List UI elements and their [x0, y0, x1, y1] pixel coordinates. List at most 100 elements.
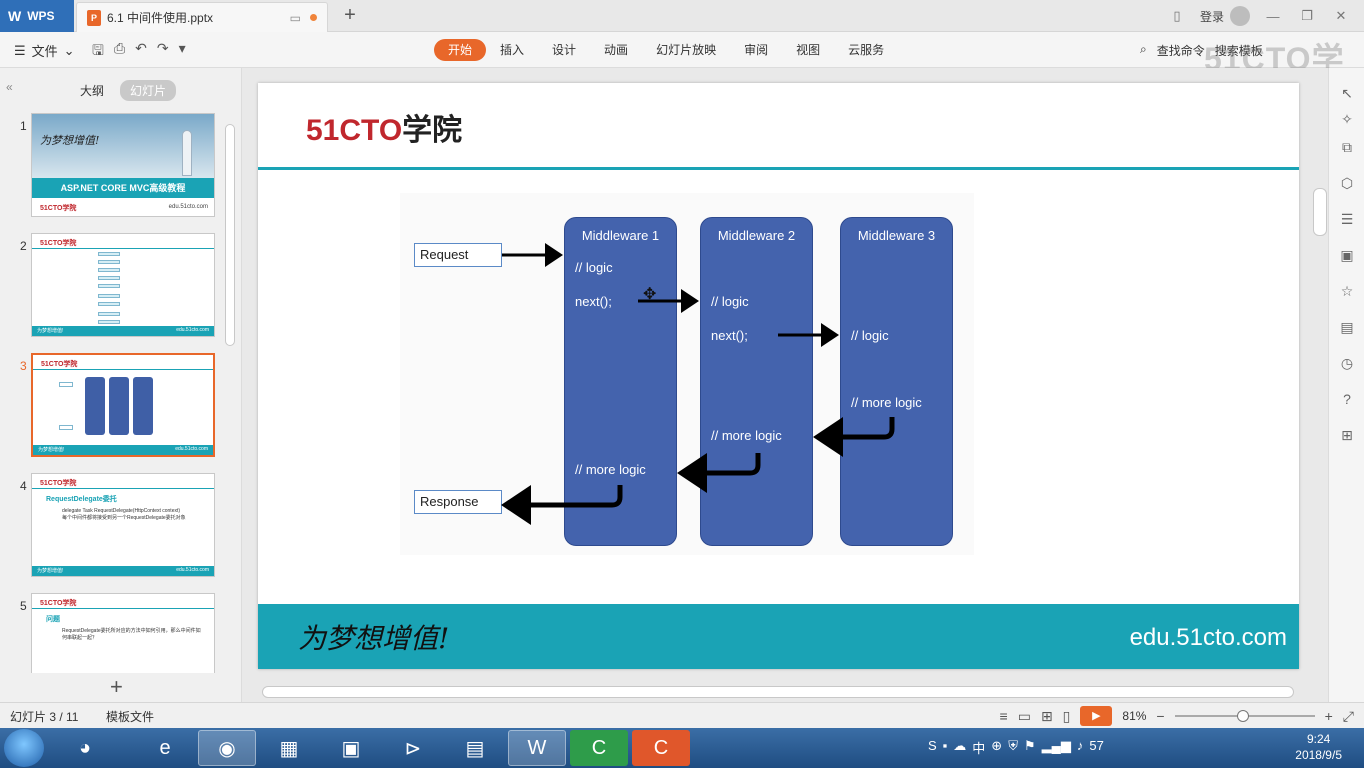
- taskbar-app-photos[interactable]: ◕: [56, 730, 114, 766]
- start-button[interactable]: [4, 729, 44, 767]
- settings-sliders-icon[interactable]: ☰: [1338, 210, 1356, 228]
- scrollbar-thumb[interactable]: [225, 124, 235, 346]
- unsaved-dot-icon[interactable]: [310, 14, 317, 21]
- reading-view-icon[interactable]: ▯: [1063, 708, 1071, 725]
- monitor-icon[interactable]: ▭: [290, 11, 301, 25]
- slide-thumbnail-1[interactable]: 1 为梦想增值! ASP.NET CORE MVC高级教程 51CTO学院 ed…: [0, 113, 230, 217]
- thumb-footer-url: edu.51cto.com: [176, 327, 209, 333]
- slide-thumbnail-image[interactable]: 51CTO学院 RequestDelegate委托 delegate Task …: [31, 473, 215, 577]
- normal-view-icon[interactable]: ▭: [1018, 708, 1031, 725]
- sorter-view-icon[interactable]: ⊞: [1041, 708, 1053, 725]
- flow-box: [98, 252, 120, 256]
- grid-icon[interactable]: ⊞: [1338, 426, 1356, 444]
- undo-icon[interactable]: ↶: [135, 40, 147, 64]
- print-icon[interactable]: ⎙: [114, 40, 125, 64]
- history-icon[interactable]: ◷: [1338, 354, 1356, 372]
- redo-icon[interactable]: ↷: [157, 40, 169, 64]
- play-slideshow-button[interactable]: ▶: [1080, 706, 1113, 726]
- customize-icon[interactable]: ▾: [179, 40, 186, 64]
- clock[interactable]: 9:24 2018/9/5: [1295, 731, 1342, 763]
- slide-number: 4: [20, 479, 27, 493]
- tab-cloud[interactable]: 云服务: [834, 39, 898, 61]
- tab-slideshow[interactable]: 幻灯片放映: [642, 39, 730, 61]
- middleware-diagram[interactable]: Middleware 1 // logic next(); // more lo…: [400, 193, 974, 555]
- file-menu-button[interactable]: ☰ 文件 ⌄: [14, 41, 75, 60]
- slide-thumbnail-5[interactable]: 5 51CTO学院 问题 RequestDelegate委托所对应的方法中如何引…: [0, 593, 230, 673]
- taskbar-app-network[interactable]: ▣: [322, 730, 380, 766]
- zoom-slider-knob[interactable]: [1236, 710, 1249, 722]
- image-icon[interactable]: ▣: [1338, 246, 1356, 264]
- slide-thumbnail-image[interactable]: 为梦想增值! ASP.NET CORE MVC高级教程 51CTO学院 edu.…: [31, 113, 215, 217]
- tab-view[interactable]: 视图: [782, 39, 834, 61]
- shield-icon[interactable]: ⛨: [1008, 738, 1018, 757]
- mini-response-box: [59, 425, 73, 430]
- flow-box: [98, 312, 120, 316]
- template-file-button[interactable]: 模板文件: [106, 708, 154, 725]
- restore-icon[interactable]: ❐: [1296, 8, 1318, 24]
- horizontal-scrollbar[interactable]: [262, 686, 1294, 698]
- footer-url: edu.51cto.com: [1129, 624, 1287, 651]
- new-tab-button[interactable]: +: [340, 5, 360, 25]
- taskbar-app-browser[interactable]: ◉: [198, 730, 256, 766]
- slide-thumbnail-3[interactable]: 3 51CTO学院 为梦想增值! edu.51cto.com: [0, 353, 230, 457]
- zoom-in-icon[interactable]: +: [1325, 708, 1333, 724]
- battery-badge[interactable]: 57: [1089, 738, 1103, 757]
- slide-thumbnail-2[interactable]: 2 51CTO学院 为梦想增值! edu.51cto.com: [0, 233, 230, 337]
- close-icon[interactable]: ✕: [1330, 8, 1352, 24]
- sogou-icon[interactable]: S: [928, 738, 937, 757]
- thumb-logo: 51CTO学院: [40, 480, 77, 487]
- tab-animation[interactable]: 动画: [590, 39, 642, 61]
- current-slide[interactable]: 51CTO学院 Middleware 1 // logic next(); //…: [258, 83, 1299, 669]
- save-icon[interactable]: 🖫: [92, 40, 104, 64]
- taskbar-app-ie[interactable]: e: [136, 730, 194, 766]
- taskbar-app-wps[interactable]: W: [508, 730, 566, 766]
- taskbar-app-camtasia-orange[interactable]: C: [632, 730, 690, 766]
- sidebar-toggle-icon[interactable]: ▯: [1166, 8, 1188, 24]
- zoom-slider[interactable]: [1174, 710, 1315, 722]
- tab-slides[interactable]: 幻灯片: [120, 80, 177, 101]
- slide-thumbnail-image[interactable]: 51CTO学院 为梦想增值! edu.51cto.com: [31, 353, 215, 457]
- add-slide-button[interactable]: +: [110, 674, 123, 700]
- slide-footer: 为梦想增值! edu.51cto.com: [258, 604, 1299, 669]
- tab-outline[interactable]: 大纲: [70, 80, 114, 101]
- object-icon[interactable]: ⬡: [1338, 174, 1356, 192]
- thumb-heading: RequestDelegate委托: [46, 496, 117, 503]
- login-button[interactable]: 登录: [1200, 6, 1250, 26]
- flag-icon[interactable]: ⚑: [1024, 738, 1036, 757]
- star-icon[interactable]: ☆: [1338, 282, 1356, 300]
- slide-thumbnail-4[interactable]: 4 51CTO学院 RequestDelegate委托 delegate Tas…: [0, 473, 230, 577]
- taskbar-app-explorer[interactable]: ▦: [260, 730, 318, 766]
- minimize-icon[interactable]: —: [1262, 9, 1284, 24]
- taskbar-app-remote[interactable]: ▤: [446, 730, 504, 766]
- cloud-icon[interactable]: ☁: [953, 738, 966, 757]
- thumbnail-scrollbar[interactable]: [225, 124, 235, 664]
- taskbar-app-camtasia-green[interactable]: C: [570, 730, 628, 766]
- zoom-level[interactable]: 81%: [1122, 709, 1146, 723]
- tab-home[interactable]: 开始: [434, 39, 487, 61]
- ime-icon[interactable]: 中: [972, 738, 985, 757]
- network-icon[interactable]: ⊕: [991, 738, 1002, 757]
- volume-icon[interactable]: ♪: [1077, 738, 1084, 757]
- tray-icon[interactable]: ▪: [943, 738, 948, 757]
- slide-thumbnail-image[interactable]: 51CTO学院 问题 RequestDelegate委托所对应的方法中如何引用，…: [31, 593, 215, 673]
- taskbar-app-visual-studio[interactable]: ⊳: [384, 730, 442, 766]
- signal-icon[interactable]: ▂▄▆: [1042, 738, 1071, 757]
- tab-insert[interactable]: 插入: [486, 39, 538, 61]
- tab-design[interactable]: 设计: [538, 39, 590, 61]
- notes-icon[interactable]: ≡: [1000, 708, 1008, 724]
- wps-home-tab[interactable]: W WPS: [0, 0, 74, 32]
- zoom-out-icon[interactable]: −: [1156, 708, 1164, 724]
- vertical-scrollbar-thumb[interactable]: [1313, 188, 1327, 236]
- help-icon[interactable]: ?: [1338, 390, 1356, 408]
- shapes-icon[interactable]: ⧉: [1338, 138, 1356, 156]
- title-bar: W WPS P 6.1 中间件使用.pptx ▭ + ▯ 登录 — ❐ ✕: [0, 0, 1364, 32]
- style-icon[interactable]: ✧: [1338, 110, 1356, 128]
- cursor-tool-icon[interactable]: ↖: [1338, 84, 1356, 102]
- mini-request-box: [59, 382, 73, 387]
- fit-window-icon[interactable]: ⤢: [1343, 708, 1354, 725]
- slide-thumbnail-image[interactable]: 51CTO学院 为梦想增值! edu.51cto.com: [31, 233, 215, 337]
- document-tab[interactable]: P 6.1 中间件使用.pptx ▭: [76, 2, 328, 32]
- archive-icon[interactable]: ▤: [1338, 318, 1356, 336]
- collapse-pane-icon[interactable]: «: [6, 80, 13, 94]
- tab-review[interactable]: 审阅: [730, 39, 782, 61]
